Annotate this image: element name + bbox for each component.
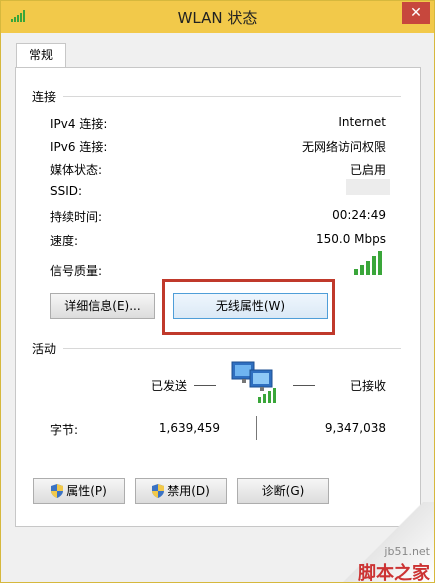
window-title: WLAN 状态 [177, 9, 258, 27]
connection-divider [63, 96, 401, 97]
close-button[interactable]: ✕ [402, 2, 430, 24]
sent-line [194, 385, 216, 386]
highlight-box [162, 279, 335, 335]
activity-section-title: 活动 [32, 342, 57, 356]
activity-divider [63, 348, 401, 349]
disable-button-label: 禁用(D) [167, 484, 210, 498]
properties-button[interactable]: 属性(P) [33, 478, 125, 504]
ipv6-value: 无网络访问权限 [301, 140, 386, 154]
duration-label: 持续时间: [50, 210, 103, 224]
duration-value: 00:24:49 [332, 208, 386, 222]
network-computer-icon [231, 361, 276, 403]
properties-button-label: 属性(P) [66, 484, 107, 498]
media-state-value: 已启用 [349, 163, 386, 177]
tab-general[interactable]: 常规 [16, 43, 66, 67]
sent-label: 已发送 [151, 379, 188, 393]
watermark-logo-text: 脚本之家 [358, 563, 430, 584]
title-bar[interactable]: WLAN 状态 ✕ [1, 1, 434, 33]
ipv6-label: IPv6 连接: [50, 140, 108, 154]
shield-icon [51, 484, 64, 498]
received-label: 已接收 [350, 379, 387, 393]
connection-section-title: 连接 [32, 90, 57, 104]
speed-label: 速度: [50, 234, 79, 248]
ipv4-label: IPv4 连接: [50, 117, 108, 131]
ssid-value-redacted [346, 179, 390, 195]
disable-button[interactable]: 禁用(D) [135, 478, 227, 504]
bytes-received-value: 9,347,038 [324, 421, 386, 435]
details-button[interactable]: 详细信息(E)... [50, 293, 155, 319]
speed-value: 150.0 Mbps [315, 232, 386, 246]
diagnose-button[interactable]: 诊断(G) [237, 478, 329, 504]
ssid-label: SSID: [50, 184, 83, 198]
watermark-url: jb51.net [384, 545, 430, 558]
received-line [293, 385, 315, 386]
media-state-label: 媒体状态: [50, 163, 103, 177]
bytes-label: 字节: [50, 423, 79, 437]
ipv4-value: Internet [338, 115, 386, 129]
bytes-divider [256, 416, 257, 440]
bytes-sent-value: 1,639,459 [158, 421, 220, 435]
wlan-status-window: WLAN 状态 ✕ 常规 连接 IPv4 连接: Internet IPv6 连… [0, 0, 435, 584]
shield-icon [152, 484, 165, 498]
signal-quality-label: 信号质量: [50, 264, 103, 278]
signal-strength-icon [354, 251, 382, 275]
